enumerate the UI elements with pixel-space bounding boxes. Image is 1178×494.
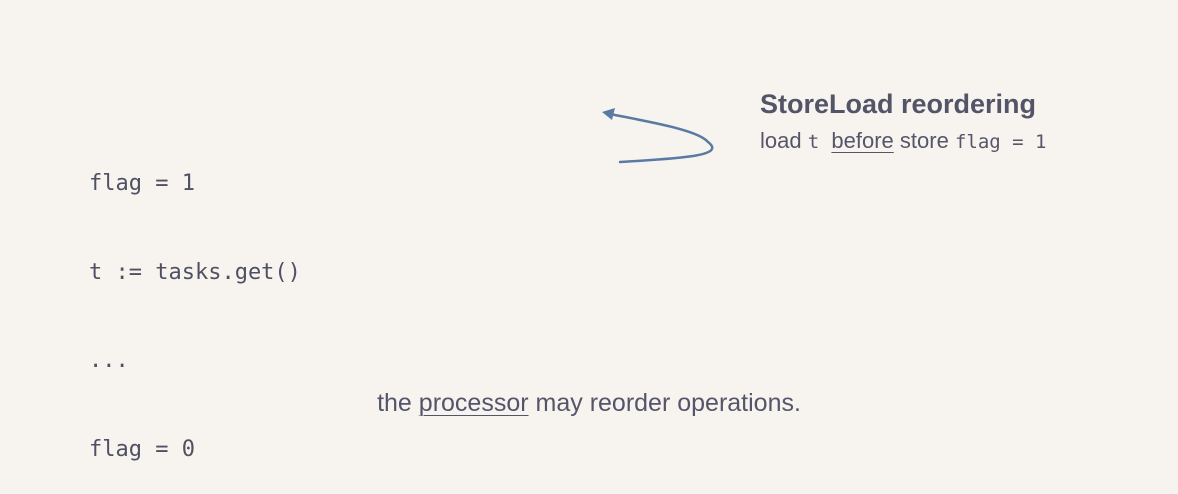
code-line: flag = 0 <box>89 436 195 462</box>
code-line: t := tasks.get() <box>89 259 301 285</box>
code-block: flag = 1 t := tasks.get() ... flag = 0 <box>89 110 301 494</box>
curved-arrow-icon <box>602 108 714 164</box>
caption-suffix: may reorder operations. <box>535 389 801 417</box>
load-word: load <box>760 128 802 153</box>
annotation: StoreLoad reordering load t before store… <box>760 86 1046 159</box>
caption: the processor may reorder operations. <box>0 389 1178 418</box>
store-expr: flag = 1 <box>954 131 1047 153</box>
code-line: flag = 1 <box>89 171 195 196</box>
annotation-title: StoreLoad reordering <box>760 89 1037 119</box>
caption-prefix: the <box>377 389 412 417</box>
before-word: before <box>831 128 894 153</box>
annotation-subtitle: load t before store flag = 1 <box>760 124 1046 159</box>
store-word: store <box>899 128 949 153</box>
load-var: t <box>807 131 820 153</box>
caption-emphasis: processor <box>418 389 529 417</box>
code-line: ... <box>89 348 129 373</box>
